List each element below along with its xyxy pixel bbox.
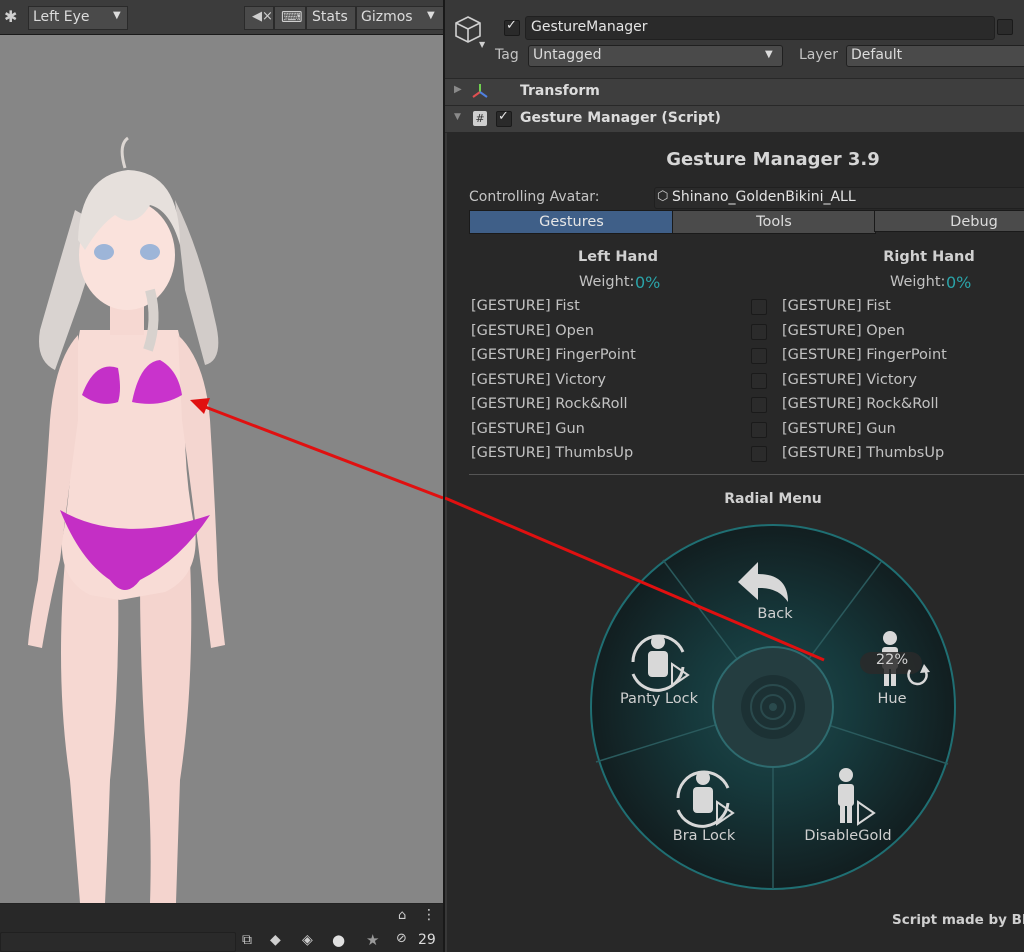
gizmos-dropdown[interactable]: Gizmos ▼ (356, 6, 444, 30)
gesture-checkbox[interactable] (751, 299, 767, 315)
radial-panty-lock-label[interactable]: Panty Lock (599, 691, 719, 707)
right-hand-heading: Right Hand (883, 249, 975, 265)
scene-view: ✱ Left Eye ▼ ◀× ⌨ Stats Gizmos ▼ ⌂ ⋮ ⧉ ◆… (0, 0, 444, 952)
radial-hue-label[interactable]: Hue (842, 691, 942, 707)
left-weight-value: 0% (635, 273, 661, 292)
right-gesture-item[interactable]: [GESTURE] Victory (782, 372, 917, 388)
chevron-down-icon: ▼ (113, 10, 121, 21)
gesture-checkbox[interactable] (751, 324, 767, 340)
tab-gestures[interactable]: Gestures (469, 210, 674, 234)
kebab-menu-icon[interactable]: ⋮ (422, 907, 436, 923)
chevron-right-icon: ▶ (454, 84, 462, 95)
transform-header[interactable]: ▶ Transform (445, 78, 1024, 106)
shapes-icon[interactable]: ◆ (270, 932, 281, 948)
gesture-checkbox[interactable] (751, 397, 767, 413)
gesture-checkbox[interactable] (751, 373, 767, 389)
stats-button[interactable]: Stats (306, 6, 356, 30)
annotation-arrow (190, 398, 443, 500)
left-weight-label: Weight: (579, 274, 635, 290)
left-gesture-item[interactable]: [GESTURE] FingerPoint (471, 347, 636, 363)
component-label: Gesture Manager (Script) (520, 110, 721, 126)
inspector-panel: ▼ GestureManager Tag Untagged ▼ Layer De… (443, 0, 1024, 952)
tab-debug[interactable]: Debug (874, 210, 1024, 232)
chevron-down-icon: ▼ (454, 112, 461, 122)
left-gesture-item[interactable]: [GESTURE] Rock&Roll (471, 396, 628, 412)
hidden-eye-icon[interactable]: ⊘ (396, 931, 407, 946)
scene-footer: ⌂ ⋮ ⧉ ◆ ◈ ● ★ ⊘ 29 (0, 904, 443, 952)
tag-label: Tag (495, 47, 519, 63)
bug-icon[interactable]: ✱ (4, 7, 17, 26)
static-checkbox[interactable] (997, 19, 1013, 35)
left-gesture-item[interactable]: [GESTURE] Victory (471, 372, 606, 388)
tag-value: Untagged (533, 47, 602, 63)
gm-title: Gesture Manager 3.9 (666, 149, 880, 170)
gesture-checkbox[interactable] (751, 422, 767, 438)
left-gesture-item[interactable]: [GESTURE] Gun (471, 421, 585, 437)
right-gesture-item[interactable]: [GESTURE] FingerPoint (782, 347, 947, 363)
gizmos-label: Gizmos (361, 9, 413, 25)
transform-axes-icon (472, 84, 488, 98)
lock-icon[interactable]: ⌂ (398, 908, 406, 923)
component-enabled-checkbox[interactable] (496, 109, 512, 127)
controlling-avatar-label: Controlling Avatar: (469, 189, 600, 205)
right-gesture-item[interactable]: [GESTURE] Gun (782, 421, 896, 437)
scene-viewport[interactable] (0, 35, 443, 903)
chevron-down-icon[interactable]: ▼ (479, 40, 485, 49)
scene-toolbar: ✱ Left Eye ▼ ◀× ⌨ Stats Gizmos ▼ (0, 0, 444, 35)
scene-link-icon[interactable]: ⧉ (242, 932, 252, 948)
search-field[interactable] (0, 932, 236, 952)
object-name-value: GestureManager (531, 19, 648, 35)
chevron-down-icon: ▼ (427, 10, 435, 21)
keyboard-icon: ⌨ (281, 8, 303, 26)
script-icon: # (473, 111, 487, 126)
layer-dropdown[interactable]: Default (846, 45, 1024, 67)
gesture-checkbox[interactable] (751, 446, 767, 462)
camera-mode-dropdown[interactable]: Left Eye ▼ (28, 6, 128, 30)
right-weight-label: Weight: (890, 274, 946, 290)
gesture-checkbox[interactable] (751, 348, 767, 364)
hidden-count: 29 (418, 932, 436, 948)
tag-dropdown[interactable]: Untagged ▼ (528, 45, 783, 67)
right-weight-value: 0% (946, 273, 972, 292)
star-icon[interactable]: ★ (366, 931, 379, 949)
camera-mode-label: Left Eye (33, 9, 90, 25)
object-name-field[interactable]: GestureManager (525, 16, 995, 40)
active-checkbox[interactable] (504, 18, 520, 36)
divider (469, 474, 1024, 475)
keyboard-button[interactable]: ⌨ (274, 6, 306, 30)
left-hand-heading: Left Hand (578, 249, 658, 265)
avatar-value: Shinano_GoldenBikini_ALL (672, 189, 856, 205)
left-gesture-item[interactable]: [GESTURE] Open (471, 323, 594, 339)
layer-value: Default (851, 47, 903, 63)
component-header[interactable]: ▼ # Gesture Manager (Script) (445, 105, 1024, 133)
right-gesture-item[interactable]: [GESTURE] ThumbsUp (782, 445, 944, 461)
tab-tools[interactable]: Tools (672, 210, 876, 234)
radial-hue-value: 22% (875, 652, 909, 668)
avatar-field[interactable]: ⬡ Shinano_GoldenBikini_ALL (654, 187, 1024, 209)
right-gesture-item[interactable]: [GESTURE] Open (782, 323, 905, 339)
gm-footer-credit: Script made by Blac (892, 912, 1024, 928)
avatar-cube-icon: ⬡ (657, 189, 669, 204)
radial-bra-lock-label[interactable]: Bra Lock (644, 828, 764, 844)
tag-icon[interactable]: ◈ (302, 932, 313, 948)
chevron-down-icon: ▼ (765, 49, 773, 60)
mute-icon: ◀× (252, 9, 273, 24)
transform-label: Transform (520, 83, 600, 99)
radial-back-label[interactable]: Back (725, 606, 825, 622)
left-gesture-item[interactable]: [GESTURE] ThumbsUp (471, 445, 633, 461)
right-gesture-item[interactable]: [GESTURE] Rock&Roll (782, 396, 939, 412)
left-gesture-item[interactable]: [GESTURE] Fist (471, 298, 580, 314)
radial-disable-gold-label[interactable]: DisableGold (788, 828, 908, 844)
right-gesture-item[interactable]: [GESTURE] Fist (782, 298, 891, 314)
stats-label: Stats (312, 9, 348, 25)
layer-label: Layer (799, 47, 839, 63)
radial-menu-title: Radial Menu (724, 491, 822, 507)
audio-toggle-button[interactable]: ◀× (244, 6, 274, 30)
warning-icon[interactable]: ● (332, 931, 345, 949)
